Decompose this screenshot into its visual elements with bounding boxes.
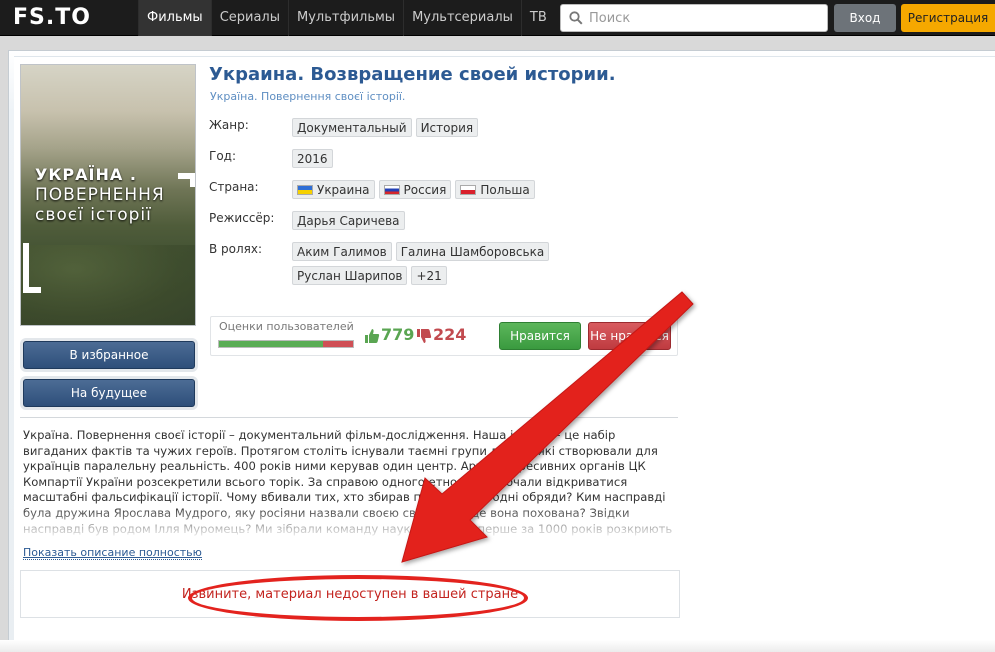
original-title: Україна. Повернення своєї історії. <box>210 90 406 103</box>
cast-label: В ролях: <box>209 242 263 256</box>
section-divider <box>20 417 678 418</box>
dislikes-count: 224 <box>433 325 467 344</box>
nav-item-cartoons[interactable]: Мультфильмы <box>288 0 403 36</box>
nav-item-tv[interactable]: ТВ <box>520 0 555 36</box>
movie-poster[interactable]: УКРАЇНА . ПОВЕРНЕННЯ своєї історії <box>20 64 196 326</box>
genre-tags: Документальный История <box>292 118 632 137</box>
year-tag[interactable]: 2016 <box>292 149 333 168</box>
genre-label: Жанр: <box>209 118 249 132</box>
poster-title: УКРАЇНА . ПОВЕРНЕННЯ своєї історії <box>35 165 195 225</box>
country-name: Россия <box>403 182 447 197</box>
country-name: Польша <box>480 182 530 197</box>
country-name: Украина <box>317 182 370 197</box>
user-rating-panel: Оценки пользователей 779 224 Нравится Не… <box>210 316 678 356</box>
country-label: Страна: <box>209 180 259 194</box>
thumbs-up-icon <box>365 329 380 343</box>
genre-tag[interactable]: Документальный <box>292 118 412 137</box>
poster-title-line1: УКРАЇНА . <box>35 165 137 184</box>
watch-later-button[interactable]: На будущее <box>23 379 195 407</box>
description-fade <box>23 506 678 540</box>
cast-tags: Аким Галимов Галина Шамборовська Руслан … <box>292 242 632 285</box>
nav-item-cartoon-series[interactable]: Мультсериалы <box>403 0 521 36</box>
country-tag-russia[interactable]: Россия <box>378 180 452 199</box>
nav-item-series[interactable]: Сериалы <box>210 0 288 36</box>
like-button[interactable]: Нравится <box>499 322 581 350</box>
register-button[interactable]: Регистрация <box>901 4 995 32</box>
country-tag-ukraine[interactable]: Украина <box>292 180 375 199</box>
page-title: Украина. Возвращение своей истории. <box>209 64 616 85</box>
poster-frame-corner-left <box>23 243 41 293</box>
director-label: Режиссёр: <box>209 211 275 225</box>
top-navigation-bar: FS.TO Фильмы Сериалы Мультфильмы Мультсе… <box>0 0 995 36</box>
search-input[interactable] <box>589 9 819 27</box>
rating-label: Оценки пользователей <box>219 320 354 333</box>
rating-bar <box>218 340 354 348</box>
main-nav: Фильмы Сериалы Мультфильмы Мультсериалы … <box>138 0 555 36</box>
rating-bar-fill <box>219 341 324 347</box>
likes-count: 779 <box>381 325 415 344</box>
cast-tag[interactable]: Галина Шамборовська <box>395 242 550 261</box>
login-button[interactable]: Вход <box>834 4 896 32</box>
director-tags: Дарья Саричева <box>292 211 632 230</box>
site-logo[interactable]: FS.TO <box>13 5 91 31</box>
dislike-button[interactable]: Не нравится <box>588 322 671 350</box>
poland-flag-icon <box>460 184 477 195</box>
page-bottom-edge <box>0 640 995 652</box>
ukraine-flag-icon <box>297 184 313 195</box>
country-tag-poland[interactable]: Польша <box>455 180 535 199</box>
thumbs-down-icon <box>417 329 432 343</box>
country-tags: Украина Россия Польша <box>292 180 632 199</box>
poster-title-line3: своєї історії <box>35 205 152 225</box>
poster-landscape <box>21 245 195 325</box>
show-full-description-link[interactable]: Показать описание полностью <box>23 546 202 560</box>
russia-flag-icon <box>383 184 400 195</box>
genre-tag[interactable]: История <box>415 118 479 137</box>
annotation-ellipse <box>188 575 528 621</box>
cast-tag[interactable]: Аким Галимов <box>292 242 392 261</box>
search-icon[interactable] <box>569 11 583 25</box>
add-to-favorites-button[interactable]: В избранное <box>23 341 195 369</box>
cast-more-tag[interactable]: +21 <box>411 266 447 285</box>
year-tags: 2016 <box>292 149 632 168</box>
nav-item-films[interactable]: Фильмы <box>138 0 211 36</box>
cast-tag[interactable]: Руслан Шарипов <box>292 266 408 285</box>
director-tag[interactable]: Дарья Саричева <box>292 211 405 230</box>
search-box <box>560 4 828 32</box>
poster-title-line2: ПОВЕРНЕННЯ <box>35 185 165 205</box>
year-label: Год: <box>209 149 236 163</box>
